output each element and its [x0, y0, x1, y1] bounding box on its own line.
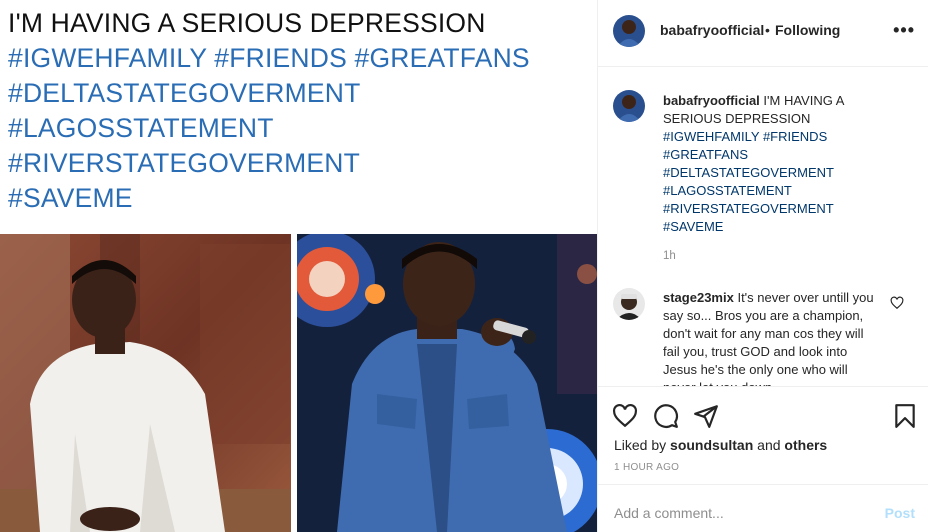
heart-icon[interactable]: [612, 403, 638, 429]
likes-summary[interactable]: Liked by soundsultan and others: [614, 437, 827, 453]
post-caption: babafryoofficial I'M HAVING A SERIOUS DE…: [663, 92, 893, 236]
share-icon[interactable]: [693, 403, 719, 429]
more-options-icon[interactable]: •••: [893, 21, 915, 39]
media-caption-line: #RIVERSTATEGOVERMENT: [8, 148, 360, 178]
post-comment-button[interactable]: Post: [885, 505, 915, 521]
media-caption-line: I'M HAVING A SERIOUS DEPRESSION: [8, 8, 486, 38]
add-comment-bar: Add a comment... Post: [598, 484, 928, 532]
photo-man-white-outfit: [0, 234, 291, 532]
photo-man-denim-microphone: [297, 234, 597, 532]
post-media[interactable]: I'M HAVING A SERIOUS DEPRESSION #IGWEHFA…: [0, 0, 597, 532]
hashtag-link[interactable]: #SAVEME: [663, 218, 893, 236]
post-sidebar: babafryoofficial • Following ••• babafry…: [597, 0, 928, 532]
author-username-link[interactable]: babafryoofficial: [660, 22, 764, 38]
hashtag-link[interactable]: #LAGOSSTATEMENT: [663, 182, 893, 200]
post-timestamp[interactable]: 1 HOUR AGO: [614, 462, 679, 473]
caption-timestamp[interactable]: 1h: [663, 250, 676, 262]
post-actions: Liked by soundsultan and others 1 HOUR A…: [598, 386, 928, 484]
add-comment-input[interactable]: Add a comment...: [614, 505, 724, 521]
liked-by-prefix: Liked by: [614, 437, 667, 453]
liked-by-user-link[interactable]: soundsultan: [670, 437, 753, 453]
hashtag-link[interactable]: #IGWEHFAMILY: [663, 129, 759, 144]
comment-icon[interactable]: [653, 403, 679, 429]
caption-username-link[interactable]: babafryoofficial: [663, 93, 760, 108]
liked-by-others-link[interactable]: others: [784, 437, 827, 453]
commenter-avatar[interactable]: [613, 288, 645, 320]
like-comment-heart-icon[interactable]: [890, 296, 904, 310]
post-header: babafryoofficial • Following •••: [598, 0, 928, 67]
caption-author-avatar[interactable]: [613, 90, 645, 122]
separator-dot: •: [765, 22, 770, 38]
following-button[interactable]: Following: [775, 22, 840, 38]
commenter-username-link[interactable]: stage23mix: [663, 290, 734, 305]
hashtag-link[interactable]: #RIVERSTATEGOVERMENT: [663, 200, 893, 218]
comments-list[interactable]: babafryoofficial I'M HAVING A SERIOUS DE…: [598, 68, 928, 386]
bookmark-icon[interactable]: [892, 403, 918, 429]
media-caption-line: #IGWEHFAMILY #FRIENDS #GREATFANS: [8, 43, 530, 73]
media-caption-line: #LAGOSSTATEMENT: [8, 113, 274, 143]
comment-body: stage23mix It's never over untill you sa…: [663, 289, 878, 386]
liked-by-and: and: [757, 437, 781, 453]
media-caption-line: #DELTASTATEGOVERMENT: [8, 78, 361, 108]
hashtag-link[interactable]: #FRIENDS: [763, 129, 827, 144]
instagram-post-modal: I'M HAVING A SERIOUS DEPRESSION #IGWEHFA…: [0, 0, 928, 532]
media-caption-line: #SAVEME: [8, 183, 133, 213]
media-text-caption: I'M HAVING A SERIOUS DEPRESSION #IGWEHFA…: [0, 0, 597, 232]
author-avatar[interactable]: [613, 15, 645, 47]
hashtag-link[interactable]: #DELTASTATEGOVERMENT: [663, 164, 893, 182]
hashtag-link[interactable]: #GREATFANS: [663, 146, 893, 164]
